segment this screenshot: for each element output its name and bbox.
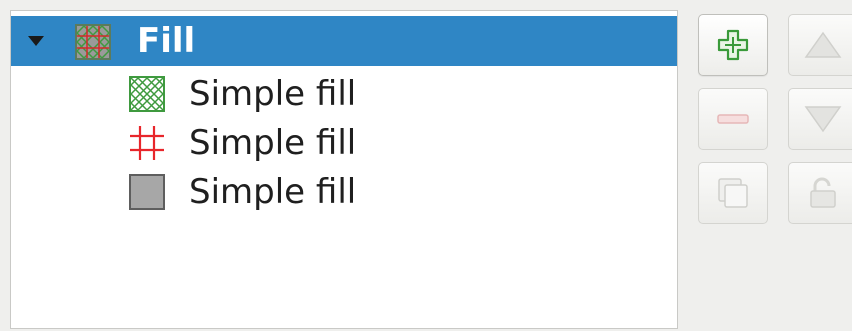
gray-solid-fill-icon: [129, 174, 165, 210]
down-triangle-icon: [804, 106, 842, 133]
tree-row-label: Fill: [137, 21, 196, 61]
lock-layer-button[interactable]: [788, 162, 852, 224]
remove-layer-button[interactable]: [698, 88, 768, 150]
move-up-button[interactable]: [788, 14, 852, 76]
tree-row-simple-fill[interactable]: Simple fill: [11, 168, 677, 216]
tree-row-simple-fill[interactable]: Simple fill: [11, 119, 677, 167]
tree-row-simple-fill[interactable]: Simple fill: [11, 70, 677, 118]
red-grid-lines-icon: [130, 126, 164, 160]
duplicate-icon: [718, 178, 748, 208]
tree-row-fill[interactable]: Fill: [11, 16, 677, 66]
add-layer-button[interactable]: [698, 14, 768, 76]
up-triangle-icon: [804, 31, 842, 58]
tree-row-label: Simple fill: [189, 74, 357, 114]
tree-row-label: Simple fill: [189, 172, 357, 212]
green-cross-hatch-icon: [129, 76, 165, 112]
tree-row-label: Simple fill: [189, 123, 357, 163]
hatched-fill-preview-icon: [75, 24, 111, 60]
symbol-layer-tree[interactable]: Fill Simple fill Simple fill Simple fill: [10, 10, 678, 329]
minus-icon: [717, 114, 749, 124]
expand-arrow-icon[interactable]: [28, 36, 44, 46]
unlock-icon: [810, 177, 836, 208]
plus-icon: [717, 29, 749, 61]
move-down-button[interactable]: [788, 88, 852, 150]
duplicate-layer-button[interactable]: [698, 162, 768, 224]
